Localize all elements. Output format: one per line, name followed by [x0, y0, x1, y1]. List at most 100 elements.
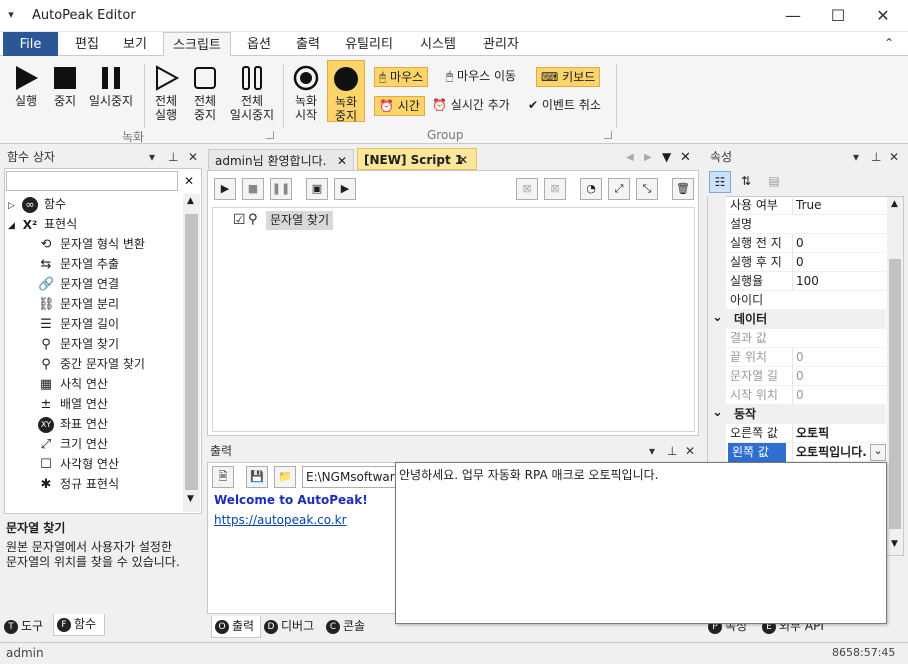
property-row[interactable]: 설명	[708, 215, 886, 234]
property-value[interactable]: 0	[792, 234, 882, 253]
panel-close-icon[interactable]: ✕	[889, 146, 899, 168]
properties-scroll-thumb[interactable]	[889, 259, 901, 529]
property-value[interactable]: 100	[792, 272, 882, 291]
run-button[interactable]: 실행	[8, 64, 44, 108]
tree-item[interactable]: ☰ 문자열 길이	[8, 314, 183, 334]
editor-timer-button[interactable]: ◔	[580, 178, 602, 200]
property-row[interactable]: 실행 전 지 0	[708, 234, 886, 253]
tab-view[interactable]: 보기	[114, 32, 156, 57]
property-value[interactable]: 0	[792, 253, 882, 272]
pause-all-button[interactable]: 전체 일시중지	[224, 64, 280, 122]
scroll-down-icon[interactable]: ▼	[891, 539, 898, 549]
property-value[interactable]: 0	[792, 367, 882, 386]
doc-close-icon[interactable]: ✕	[680, 150, 691, 165]
group-launcher-icon[interactable]	[604, 131, 612, 139]
categorized-view-icon[interactable]: ☷	[709, 171, 731, 193]
tree-item[interactable]: ⤢ 크기 연산	[8, 434, 183, 454]
tree-item[interactable]: ± 배열 연산	[8, 394, 183, 414]
property-row[interactable]: 결과 값	[708, 329, 886, 348]
group-launcher-icon[interactable]	[266, 131, 274, 139]
time-toggle[interactable]: ⏰ 시간	[374, 96, 425, 116]
clear-search-icon[interactable]: ✕	[179, 171, 199, 191]
panel-close-icon[interactable]: ✕	[685, 440, 695, 462]
pin-icon[interactable]: ⊥	[667, 440, 677, 462]
properties-scrollbar[interactable]: ▲ ▼	[887, 197, 903, 555]
panel-menu-icon[interactable]: ▾	[853, 146, 859, 168]
property-row[interactable]: 문자열 길 0	[708, 367, 886, 386]
scroll-up-icon[interactable]: ▲	[187, 196, 194, 206]
tree-item[interactable]: ⟲ 문자열 형식 변환	[8, 234, 183, 254]
output-path-field[interactable]: E:\NGMsoftware	[302, 466, 396, 488]
function-search-input[interactable]	[6, 171, 178, 191]
property-row[interactable]: 왼쪽 값 오토픽입니다. ⌄	[708, 443, 886, 462]
property-value[interactable]: 0	[792, 386, 882, 405]
tree-scrollbar[interactable]: ▲ ▼	[183, 194, 200, 512]
file-tab[interactable]: File	[3, 32, 58, 57]
tree-expander-icon[interactable]: ◢	[8, 216, 22, 236]
tab-tools[interactable]: T 도구	[4, 616, 52, 638]
script-item-checkbox[interactable]: ☑	[233, 212, 246, 228]
editor-clear-button[interactable]: ⊠	[544, 178, 566, 200]
value-edit-popup[interactable]: 안녕하세요. 업무 자동화 RPA 매크로 오토픽입니다.	[395, 462, 887, 624]
tab-output-log[interactable]: O 출력	[211, 616, 261, 638]
output-clear-button[interactable]: 🗎	[212, 466, 234, 488]
tab-options[interactable]: 옵션	[238, 32, 280, 57]
tree-item[interactable]: ⚲ 중간 문자열 찾기	[8, 354, 183, 374]
tab-scroll-right-icon[interactable]: ▶	[644, 152, 652, 163]
editor-step-button[interactable]: ▣	[306, 178, 328, 200]
property-row[interactable]: 아이디	[708, 291, 886, 310]
tab-scroll-left-icon[interactable]: ◀	[626, 152, 634, 163]
tab-utility[interactable]: 유틸리티	[337, 32, 401, 57]
tree-item[interactable]: ✱ 정규 표현식	[8, 474, 183, 494]
pin-icon[interactable]: ⊥	[168, 146, 178, 168]
record-start-button[interactable]: 녹화 시작	[288, 64, 324, 122]
property-category[interactable]: ⌄ 데이터	[708, 310, 886, 329]
run-all-button[interactable]: 전체 실행	[148, 64, 184, 122]
property-value[interactable]: 0	[792, 348, 882, 367]
property-row[interactable]: 오른쪽 값 오토픽	[708, 424, 886, 443]
realtime-add-button[interactable]: ⏰ 실시간 추가	[428, 96, 514, 116]
editor-expand-button[interactable]: ⤢	[608, 178, 630, 200]
popup-text[interactable]: 안녕하세요. 업무 자동화 RPA 매크로 오토픽입니다.	[399, 468, 658, 482]
tree-item[interactable]: 🔗 문자열 연결	[8, 274, 183, 294]
pause-button[interactable]: 일시중지	[84, 64, 138, 108]
property-pages-icon[interactable]: ▤	[763, 171, 785, 193]
ribbon-collapse-icon[interactable]: ⌃	[884, 36, 894, 50]
script-item-find-string[interactable]: 문자열 찾기	[266, 211, 334, 230]
tab-system[interactable]: 시스템	[410, 32, 466, 57]
property-row[interactable]: 사용 여부 True	[708, 196, 886, 215]
tab-edit[interactable]: 편집	[66, 32, 108, 57]
stop-all-button[interactable]: 전체 중지	[187, 64, 223, 122]
tab-debug[interactable]: D 디버그	[264, 616, 324, 638]
scroll-up-icon[interactable]: ▲	[891, 199, 898, 209]
dropdown-chevron-icon[interactable]: ⌄	[870, 444, 886, 461]
pin-icon[interactable]: ⊥	[871, 146, 881, 168]
property-row[interactable]: 실행율 100	[708, 272, 886, 291]
record-stop-button[interactable]: 녹화 중지	[327, 60, 365, 123]
close-button[interactable]: ✕	[860, 0, 906, 32]
editor-stop-button[interactable]: ■	[242, 178, 264, 200]
tree-category[interactable]: ◢ X² 표현식	[8, 214, 183, 234]
tree-item[interactable]: ⚲ 문자열 찾기	[8, 334, 183, 354]
homepage-link[interactable]: https://autopeak.co.kr	[214, 513, 347, 527]
tree-category[interactable]: ▷ ∞ 함수	[8, 194, 183, 214]
tree-item[interactable]: ⇆ 문자열 추출	[8, 254, 183, 274]
tree-item[interactable]: ▦ 사칙 연산	[8, 374, 183, 394]
tab-functions[interactable]: F 함수	[53, 614, 105, 636]
output-open-button[interactable]: 📁	[274, 466, 296, 488]
script-tab-close-icon[interactable]: ✕	[458, 149, 468, 171]
event-cancel-button[interactable]: ✔ 이벤트 취소	[524, 96, 605, 116]
property-category[interactable]: ⌄ 동작	[708, 405, 886, 424]
welcome-tab-close-icon[interactable]: ✕	[337, 150, 347, 172]
minimize-button[interactable]: —	[770, 0, 816, 32]
stop-button[interactable]: 중지	[47, 64, 83, 108]
tree-item[interactable]: ☐ 사각형 연산	[8, 454, 183, 474]
system-menu-icon[interactable]: ▾	[4, 8, 18, 22]
maximize-button[interactable]: ☐	[815, 0, 861, 32]
tab-console[interactable]: C 콘솔	[326, 616, 376, 638]
editor-trash-button[interactable]: 🗑	[672, 178, 694, 200]
editor-pause-button[interactable]: ❚❚	[270, 178, 292, 200]
property-row[interactable]: 시작 위치 0	[708, 386, 886, 405]
tab-script-1[interactable]: [NEW] Script 1 ✕	[357, 148, 477, 170]
tree-scroll-thumb[interactable]	[185, 214, 198, 490]
